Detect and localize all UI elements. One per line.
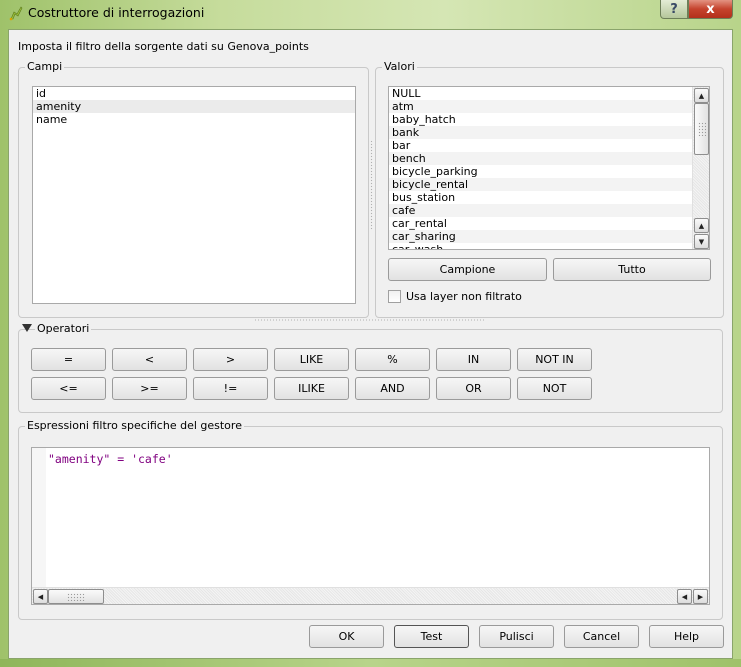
value-item[interactable]: NULL	[389, 87, 709, 100]
close-icon: x	[706, 1, 715, 17]
op-equals-button[interactable]: =	[31, 348, 106, 371]
arrow-up-icon: ▲	[698, 221, 705, 230]
op-or-button[interactable]: OR	[436, 377, 511, 400]
use-unfiltered-layer-checkbox[interactable]	[388, 290, 401, 303]
value-item[interactable]: bicycle_rental	[389, 178, 709, 191]
clear-button[interactable]: Pulisci	[479, 625, 554, 648]
values-group: Valori NULL atm baby_hatch bank bar benc…	[375, 60, 724, 318]
values-vertical-scrollbar[interactable]: ▲ ▲ ▼	[692, 87, 709, 249]
op-not-in-button[interactable]: NOT IN	[517, 348, 592, 371]
scroll-left-button-right[interactable]: ◀	[677, 589, 692, 604]
field-item[interactable]: name	[33, 113, 355, 126]
field-item[interactable]: id	[33, 87, 355, 100]
field-item[interactable]: amenity	[33, 100, 355, 113]
arrow-left-icon: ◀	[681, 592, 688, 601]
value-item[interactable]: bench	[389, 152, 709, 165]
operators-group-label[interactable]: Operatori	[35, 322, 92, 335]
window-title: Costruttore di interrogazioni	[28, 5, 205, 20]
editor-gutter	[32, 448, 46, 604]
arrow-right-icon: ▶	[697, 592, 704, 601]
ok-button[interactable]: OK	[309, 625, 384, 648]
op-and-button[interactable]: AND	[355, 377, 430, 400]
arrow-left-icon: ◀	[37, 592, 44, 601]
op-greater-than-button[interactable]: >	[193, 348, 268, 371]
close-button[interactable]: x	[688, 0, 733, 19]
filter-expression-editor[interactable]: "amenity" = 'cafe' ◀ ◀ ▶	[31, 447, 710, 605]
help-title-button[interactable]: ?	[660, 0, 688, 19]
test-button[interactable]: Test	[394, 625, 469, 648]
help-button[interactable]: Help	[649, 625, 724, 648]
op-less-than-button[interactable]: <	[112, 348, 187, 371]
dialog-body: Imposta il filtro della sorgente dati su…	[8, 29, 733, 659]
use-unfiltered-layer-label: Usa layer non filtrato	[406, 290, 522, 303]
op-in-button[interactable]: IN	[436, 348, 511, 371]
scroll-up-button-lower[interactable]: ▲	[694, 218, 709, 233]
op-not-equal-button[interactable]: !=	[193, 377, 268, 400]
value-item[interactable]: atm	[389, 100, 709, 113]
filter-expression-label: Espressioni filtro specifiche del gestor…	[25, 419, 244, 432]
arrow-up-icon: ▲	[698, 91, 705, 100]
scroll-right-button[interactable]: ▶	[693, 589, 708, 604]
all-button[interactable]: Tutto	[553, 258, 711, 281]
value-item[interactable]: bank	[389, 126, 709, 139]
dialog-subtitle: Imposta il filtro della sorgente dati su…	[18, 40, 309, 53]
arrow-down-icon: ▼	[698, 237, 705, 246]
scroll-left-button[interactable]: ◀	[33, 589, 48, 604]
values-list[interactable]: NULL atm baby_hatch bank bar bench bicyc…	[388, 86, 710, 250]
vertical-splitter-handle[interactable]	[370, 140, 373, 230]
grip-icon	[698, 122, 706, 136]
horizontal-splitter-handle[interactable]	[254, 319, 486, 321]
value-item[interactable]: bar	[389, 139, 709, 152]
op-like-button[interactable]: LIKE	[274, 348, 349, 371]
collapse-triangle-icon[interactable]	[22, 324, 32, 332]
cancel-button[interactable]: Cancel	[564, 625, 639, 648]
value-item[interactable]: baby_hatch	[389, 113, 709, 126]
value-item[interactable]: bicycle_parking	[389, 165, 709, 178]
op-not-button[interactable]: NOT	[517, 377, 592, 400]
value-item[interactable]: car_rental	[389, 217, 709, 230]
scrollbar-thumb[interactable]	[48, 589, 104, 604]
fields-list[interactable]: id amenity name	[32, 86, 356, 304]
op-greater-equal-button[interactable]: >=	[112, 377, 187, 400]
scroll-up-button[interactable]: ▲	[694, 88, 709, 103]
operators-group: Operatori = < > LIKE % IN NOT IN <= >= !…	[18, 322, 723, 413]
op-percent-button[interactable]: %	[355, 348, 430, 371]
sample-button[interactable]: Campione	[388, 258, 547, 281]
scrollbar-thumb[interactable]	[694, 103, 709, 155]
window-bottom-border	[0, 659, 741, 667]
value-item[interactable]: bus_station	[389, 191, 709, 204]
filter-expression-group: Espressioni filtro specifiche del gestor…	[18, 419, 723, 620]
value-item[interactable]: cafe	[389, 204, 709, 217]
filter-expression-text[interactable]: "amenity" = 'cafe'	[48, 452, 173, 466]
values-group-label: Valori	[382, 60, 417, 73]
scroll-down-button[interactable]: ▼	[694, 234, 709, 249]
op-less-equal-button[interactable]: <=	[31, 377, 106, 400]
qgis-app-icon	[9, 6, 23, 21]
title-bar: Costruttore di interrogazioni ? x	[0, 0, 741, 30]
op-ilike-button[interactable]: ILIKE	[274, 377, 349, 400]
editor-horizontal-scrollbar[interactable]: ◀ ◀ ▶	[32, 587, 709, 604]
fields-group-label: Campi	[25, 60, 65, 73]
grip-icon	[67, 593, 85, 601]
value-item[interactable]: car_sharing	[389, 230, 709, 243]
value-item[interactable]: car_wash	[389, 243, 709, 249]
fields-group: Campi id amenity name	[18, 60, 369, 318]
